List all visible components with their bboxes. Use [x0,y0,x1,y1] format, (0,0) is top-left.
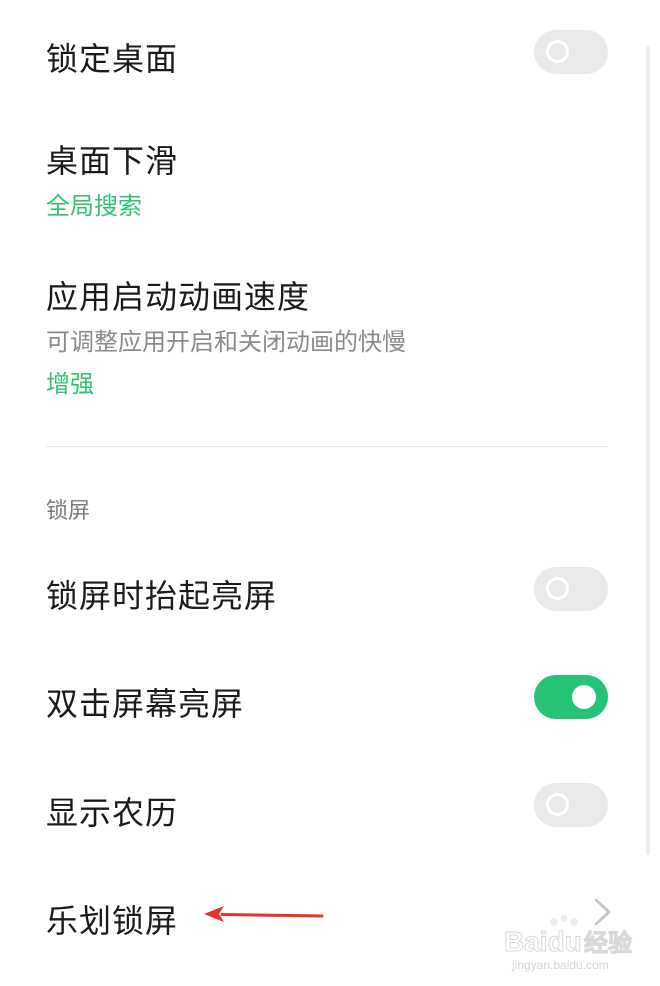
setting-value: 全局搜索 [46,192,142,220]
svg-text:Baidu: Baidu [504,926,582,957]
annotation-arrow-icon [204,906,324,922]
toggle-knob [546,577,569,600]
setting-title: 显示农历 [46,794,179,832]
setting-row-lunar-calendar[interactable]: 显示农历 [0,756,660,856]
toggle-knob [546,793,569,816]
svg-text:jingyan.baidu.com: jingyan.baidu.com [511,958,609,972]
setting-title: 锁屏时抬起亮屏 [46,577,278,615]
setting-row-animation-speed[interactable]: 应用启动动画速度 可调整应用开启和关闭动画的快慢 增强 [0,236,660,426]
svg-text:经验: 经验 [584,929,632,957]
baidu-jingyan-watermark: Baidu 经验 jingyan.baidu.com [504,915,633,972]
setting-title: 锁定桌面 [46,40,179,78]
section-divider [46,446,608,447]
lunar-calendar-toggle[interactable] [534,783,608,827]
setting-row-lock-desktop[interactable]: 锁定桌面 [0,0,660,108]
setting-title: 双击屏幕亮屏 [46,685,245,723]
setting-title: 应用启动动画速度 [46,278,311,316]
raise-to-wake-toggle[interactable] [534,567,608,611]
toggle-knob [572,685,596,709]
toggle-knob [546,40,569,63]
setting-description: 可调整应用开启和关闭动画的快慢 [46,328,406,356]
lock-desktop-toggle[interactable] [534,30,608,74]
settings-screen: 锁定桌面 桌面下滑 全局搜索 应用启动动画速度 可调整应用开启和关闭动画的快慢 … [0,0,660,986]
double-tap-wake-toggle[interactable] [534,675,608,719]
setting-title: 乐划锁屏 [46,902,179,940]
section-header-lock-screen: 锁屏 [46,499,91,524]
setting-title: 桌面下滑 [46,142,179,180]
setting-row-swipe-down[interactable]: 桌面下滑 全局搜索 [0,108,660,236]
setting-row-double-tap-wake[interactable]: 双击屏幕亮屏 [0,648,660,748]
setting-row-raise-to-wake[interactable]: 锁屏时抬起亮屏 [0,540,660,640]
setting-value: 增强 [46,370,94,398]
